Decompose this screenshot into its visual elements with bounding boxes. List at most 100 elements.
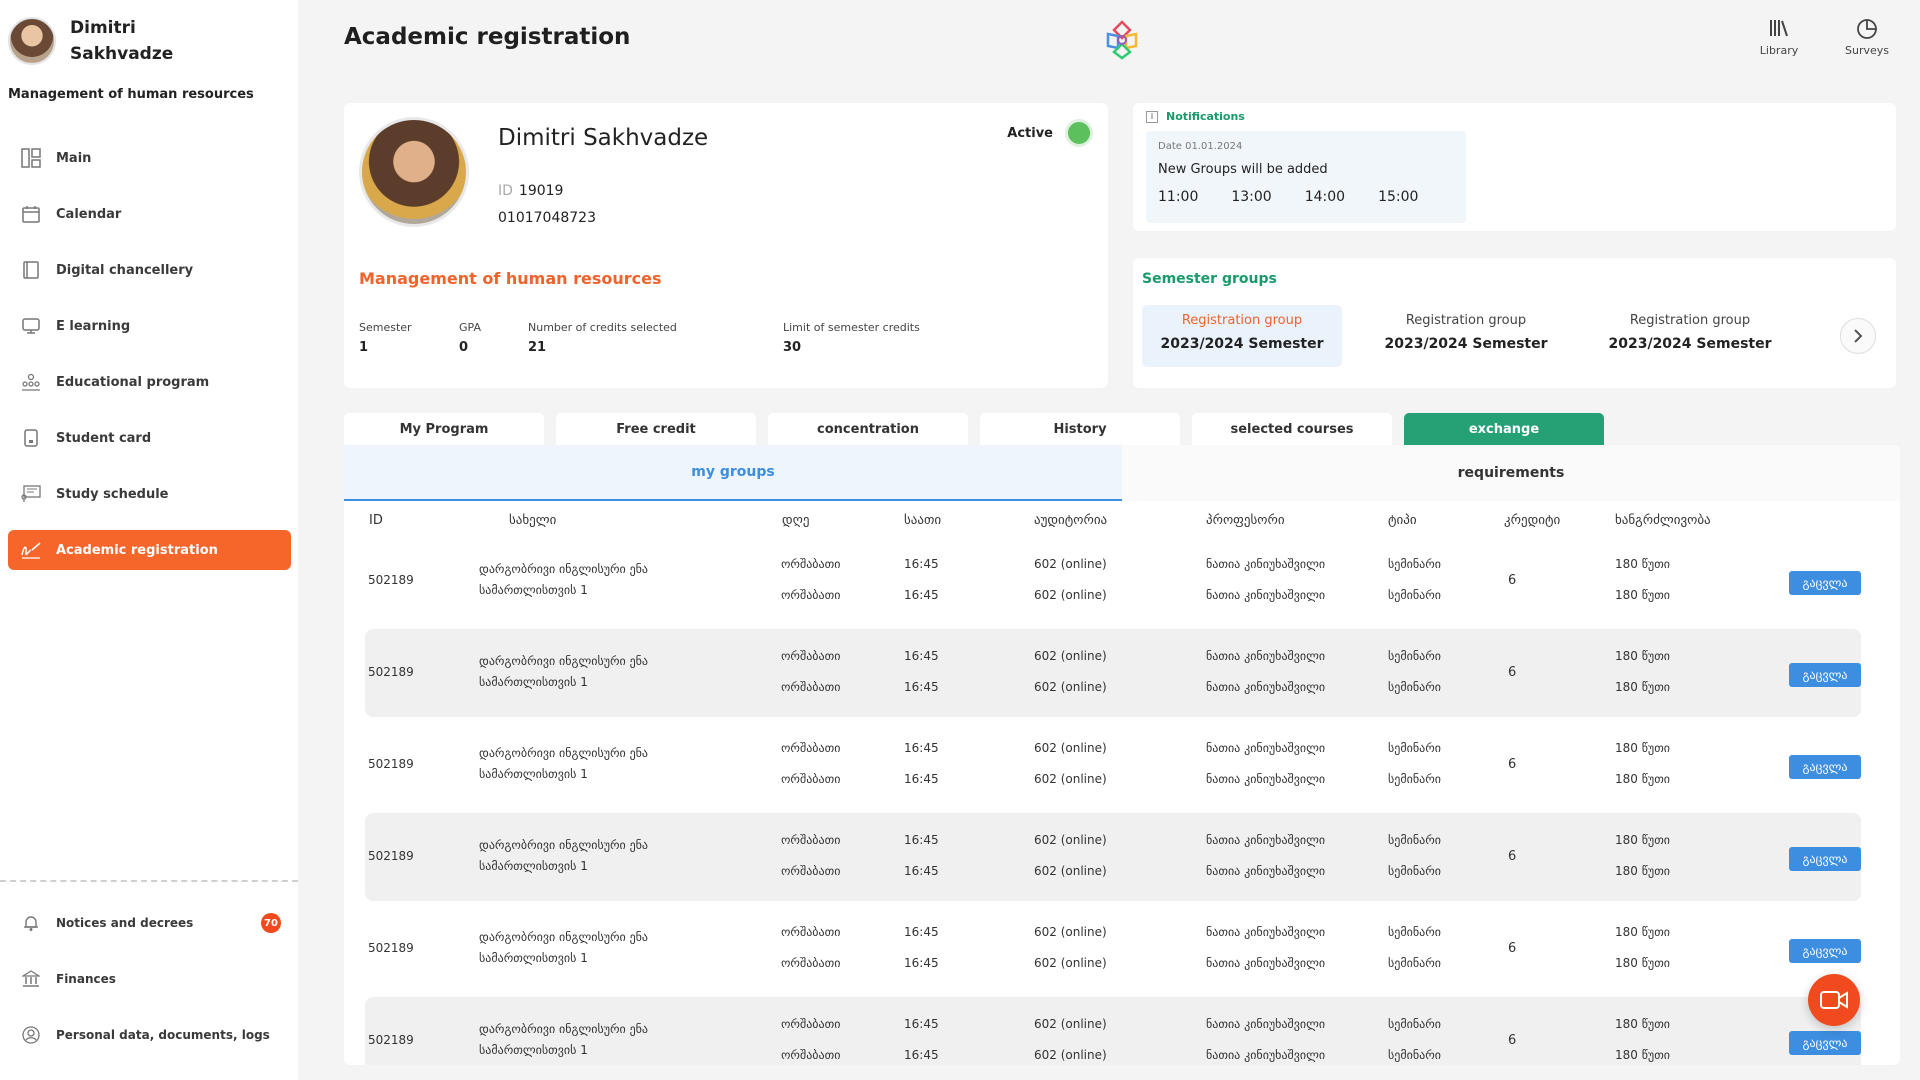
status-badge: Active [1007,119,1093,147]
pie-chart-icon [1832,18,1902,44]
cell-type: სემინარი [1388,1017,1441,1031]
user-department: Management of human resources [8,87,254,102]
semester-group-semester: 2023/2024 Semester [1384,336,1548,352]
cell-day: ორშაბათი [781,557,841,571]
table-row: 502189 დარგობრივი ინგლისური ენა სამართლისთ… [365,721,1861,809]
user-header[interactable]: Dimitri Sakhvadze [8,15,180,67]
cell-time: 16:45 [904,588,939,602]
sidebar-item-label: Study schedule [56,486,169,502]
semester-group-item[interactable]: Registration group 2023/2024 Semester [1142,305,1342,367]
cell-room: 602 (online) [1034,649,1107,663]
video-icon [1820,991,1848,1009]
people-icon [20,371,42,393]
stat-value: 30 [783,340,802,355]
cell-room: 602 (online) [1034,1048,1107,1062]
bank-icon [20,968,42,990]
cell-name: სამართლისთვის 1 [479,767,588,781]
semester-group-item[interactable]: Registration group 2023/2024 Semester [1366,305,1566,367]
notification-time: 14:00 [1304,189,1346,205]
cell-name: დარგობრივი ინგლისური ენა [479,930,649,944]
cell-time: 16:45 [904,649,939,663]
cell-type: სემინარი [1388,864,1441,878]
notification-time: 15:00 [1378,189,1419,205]
presentation-icon [20,483,42,505]
profile-id: ID 19019 [498,183,563,199]
subtab-requirements[interactable]: requirements [1122,445,1900,501]
bell-icon [20,912,42,934]
exchange-button[interactable]: გაცვლა [1789,663,1861,687]
cell-name: სამართლისთვის 1 [479,675,588,689]
notification-item[interactable]: Date 01.01.2024 New Groups will be added… [1146,131,1466,223]
stat-value: 0 [459,340,469,355]
subtab-my-groups[interactable]: my groups [344,445,1122,501]
notification-time: 13:00 [1231,189,1272,205]
cell-id: 502189 [368,941,414,955]
stat-label: Limit of semester credits [783,321,920,334]
sidebar-item-student-card[interactable]: Student card [8,418,291,458]
stat-label: Semester [359,321,412,334]
avatar[interactable] [8,17,56,65]
surveys-label: Surveys [1845,44,1889,57]
tab-concentration[interactable]: concentration [768,413,968,445]
sidebar-item-educational-program[interactable]: Educational program [8,362,291,402]
tab-selected-courses[interactable]: selected courses [1192,413,1392,445]
stat-value: 21 [528,340,547,355]
sidebar-item-calendar[interactable]: Calendar [8,194,291,234]
cell-type: სემინარი [1388,588,1441,602]
sidebar-item-study-schedule[interactable]: Study schedule [8,474,291,514]
tab-history[interactable]: History [980,413,1180,445]
column-header: დღე [782,513,810,528]
sidebar-item-notices[interactable]: Notices and decrees 70 [8,903,291,943]
exchange-button[interactable]: გაცვლა [1789,939,1861,963]
exchange-button[interactable]: გაცვლა [1789,755,1861,779]
cell-prof: ნათია კინიუხაშვილი [1206,772,1326,786]
sidebar-item-label: Calendar [56,206,122,222]
semester-group-item[interactable]: Registration group 2023/2024 Semester [1590,305,1790,367]
cell-prof: ნათია კინიუხაშვილი [1206,925,1326,939]
cell-name: დარგობრივი ინგლისური ენა [479,654,649,668]
sidebar-item-digital-chancellery[interactable]: Digital chancellery [8,250,291,290]
cell-type: სემინარი [1388,772,1441,786]
page-title: Academic registration [344,24,631,50]
table-row: 502189 დარგობრივი ინგლისური ენა სამართლისთ… [365,537,1861,625]
surveys-button[interactable]: Surveys [1832,18,1902,57]
library-button[interactable]: Library [1744,18,1814,57]
column-header: აუდიტორია [1034,513,1108,528]
cell-duration: 180 წუთი [1615,680,1671,694]
cell-type: სემინარი [1388,1048,1441,1062]
tab-my-program[interactable]: My Program [344,413,544,445]
exchange-button[interactable]: გაცვლა [1789,1031,1861,1055]
cell-id: 502189 [368,665,414,679]
sidebar-item-personal-data[interactable]: Personal data, documents, logs [8,1015,291,1055]
sidebar-item-academic-registration[interactable]: Academic registration [8,530,291,570]
sidebar-item-e-learning[interactable]: E learning [8,306,291,346]
sidebar-item-finances[interactable]: Finances [8,959,291,999]
cell-day: ორშაბათი [781,925,841,939]
sidebar-item-main[interactable]: Main [8,138,291,178]
card-icon [20,427,42,449]
cell-duration: 180 წუთი [1615,1017,1671,1031]
cell-prof: ნათია კინიუხაშვილი [1206,956,1326,970]
exchange-button[interactable]: გაცვლა [1789,571,1861,595]
cell-type: სემინარი [1388,680,1441,694]
chevron-right-icon[interactable] [1840,318,1876,354]
semester-groups-title: Semester groups [1142,271,1277,287]
column-header: ხანგრძლივობა [1615,513,1711,528]
tab-free-credit[interactable]: Free credit [556,413,756,445]
exchange-button[interactable]: გაცვლა [1789,847,1861,871]
video-call-button[interactable] [1808,974,1860,1026]
cell-prof: ნათია კინიუხაშვილი [1206,833,1326,847]
cell-time: 16:45 [904,680,939,694]
cell-room: 602 (online) [1034,772,1107,786]
cell-type: სემინარი [1388,925,1441,939]
tab-exchange[interactable]: exchange [1404,413,1604,445]
notification-text: New Groups will be added [1158,162,1328,177]
stat-semester: Semester 1 [359,321,412,355]
cell-time: 16:45 [904,864,939,878]
notification-date: Date 01.01.2024 [1158,141,1243,152]
monitor-icon [20,315,42,337]
cell-room: 602 (online) [1034,833,1107,847]
sidebar-item-label: Student card [56,430,152,446]
cell-id: 502189 [368,849,414,863]
cell-day: ორშაბათი [781,956,841,970]
